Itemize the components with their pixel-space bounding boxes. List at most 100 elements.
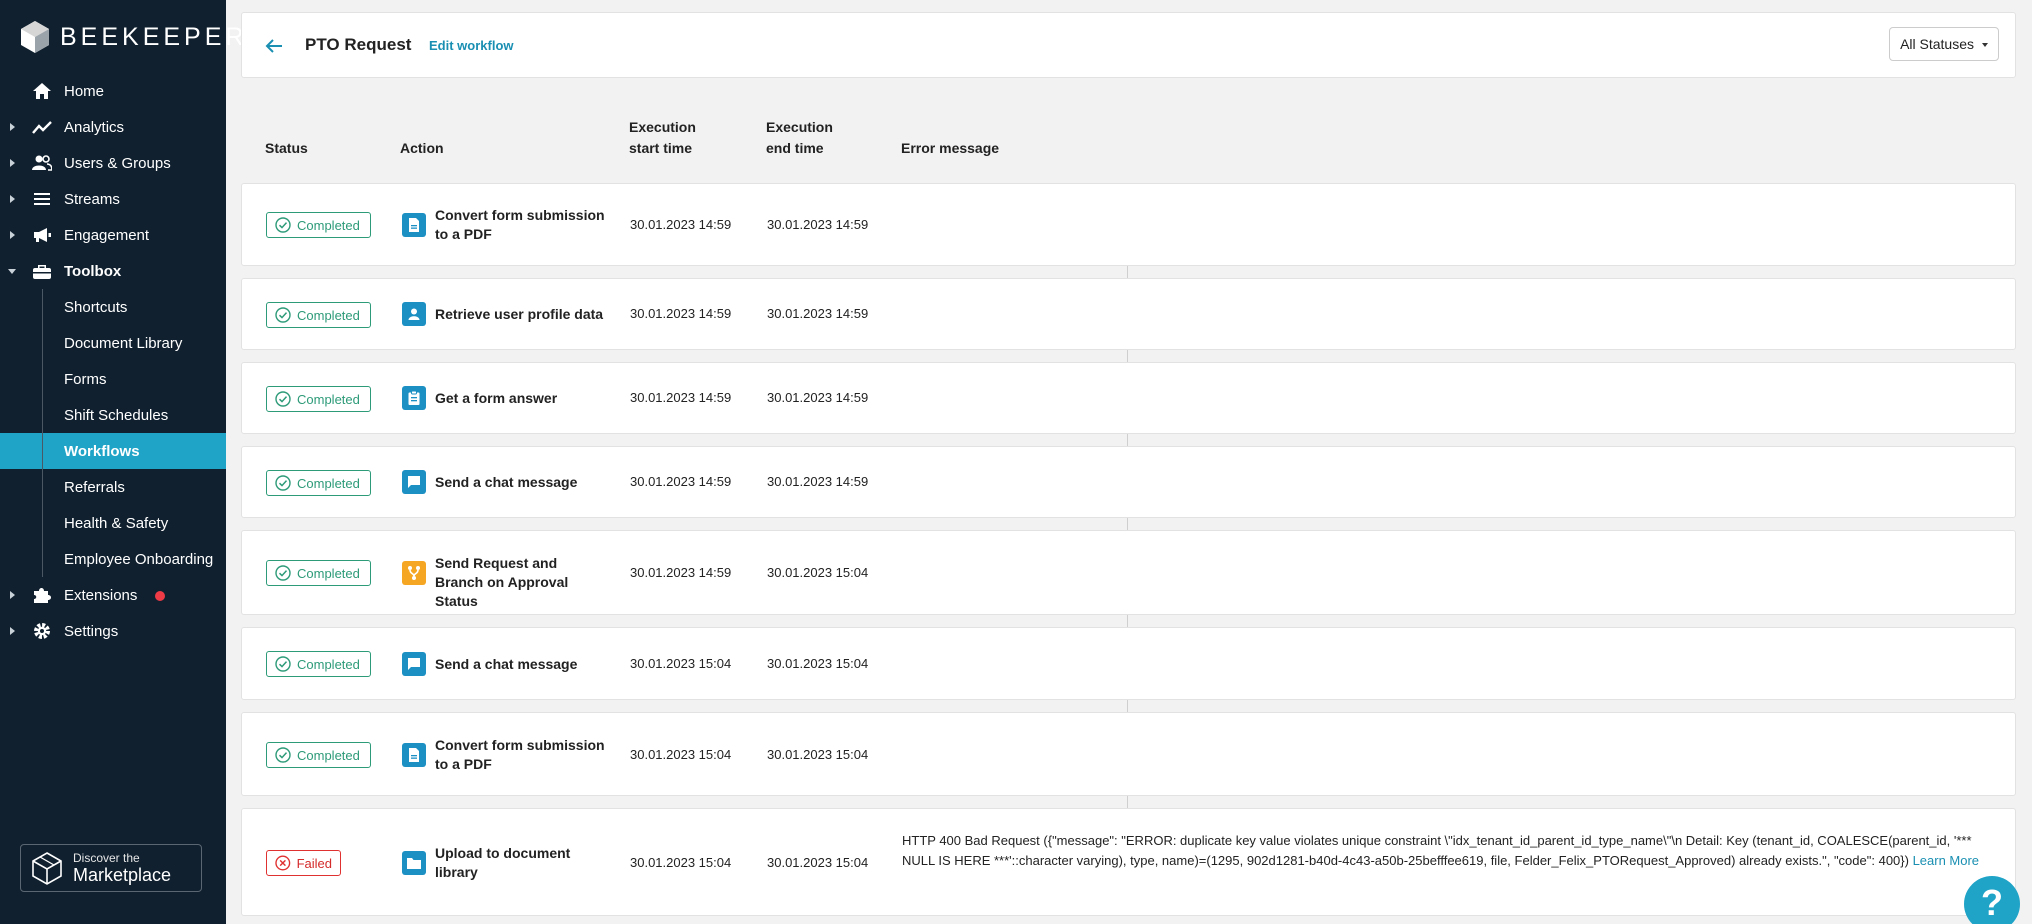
table-row[interactable]: Completed Send Request and Branch on App… xyxy=(241,530,2016,615)
marketplace-caption: Discover the xyxy=(73,851,140,865)
sidebar-item-label: Toolbox xyxy=(64,262,122,280)
beekeeper-logo-icon xyxy=(21,21,49,53)
sidebar-item-document-library[interactable]: Document Library xyxy=(0,325,226,361)
status-badge-completed: Completed xyxy=(266,560,371,586)
table-row[interactable]: Completed Get a form answer 30.01.2023 1… xyxy=(241,362,2016,434)
help-button[interactable]: ? xyxy=(1964,876,2020,924)
sidebar-item-analytics[interactable]: Analytics xyxy=(0,109,226,145)
table-row[interactable]: Completed Convert form submission to a P… xyxy=(241,183,2016,266)
table-row[interactable]: Failed Upload to document library 30.01.… xyxy=(241,808,2016,916)
end-time: 30.01.2023 14:59 xyxy=(767,390,869,405)
branch-icon xyxy=(402,561,426,585)
sidebar-item-forms[interactable]: Forms xyxy=(0,361,226,397)
expand-caret-icon xyxy=(10,591,15,599)
marketplace-button[interactable]: Discover the Marketplace xyxy=(20,844,202,892)
error-text: HTTP 400 Bad Request ({"message": "ERROR… xyxy=(902,833,1972,868)
expand-caret-icon xyxy=(10,159,15,167)
back-arrow-icon[interactable] xyxy=(264,37,284,55)
action-label: Retrieve user profile data xyxy=(435,306,604,322)
end-time: 30.01.2023 15:04 xyxy=(767,565,869,580)
sidebar: BEEKEEPER Home Analytics Users & Groups … xyxy=(0,0,243,924)
end-time: 30.01.2023 15:04 xyxy=(767,656,869,671)
sidebar-item-extensions[interactable]: Extensions xyxy=(0,577,226,613)
clipboard-icon xyxy=(402,386,426,410)
start-time: 30.01.2023 14:59 xyxy=(630,565,732,580)
end-time: 30.01.2023 14:59 xyxy=(767,217,869,232)
sidebar-item-label: Engagement xyxy=(64,226,150,244)
status-filter-dropdown[interactable]: All Statuses xyxy=(1889,27,1999,61)
column-header-error: Error message xyxy=(901,140,1000,156)
row-connector xyxy=(1127,796,1128,808)
expand-caret-icon xyxy=(10,123,15,131)
marketplace-cube-icon xyxy=(32,852,62,885)
action-label: Get a form answer xyxy=(435,390,558,406)
status-text: Completed xyxy=(297,217,360,233)
status-badge-completed: Completed xyxy=(266,651,371,677)
toolbox-icon xyxy=(33,265,51,279)
column-header-start-line1: Execution xyxy=(629,119,696,135)
table-row[interactable]: Completed Send a chat message 30.01.2023… xyxy=(241,627,2016,700)
sidebar-item-label: Settings xyxy=(64,622,119,640)
sidebar-item-home[interactable]: Home xyxy=(0,73,226,109)
marketplace-title: Marketplace xyxy=(73,865,172,885)
gear-icon xyxy=(34,623,50,639)
submenu-divider xyxy=(42,289,43,577)
sidebar-item-streams[interactable]: Streams xyxy=(0,181,226,217)
status-text: Completed xyxy=(297,656,360,672)
end-time: 30.01.2023 15:04 xyxy=(767,747,869,762)
check-circle-icon xyxy=(275,217,291,233)
check-circle-icon xyxy=(275,565,291,581)
table-row[interactable]: Completed Retrieve user profile data 30.… xyxy=(241,278,2016,350)
check-circle-icon xyxy=(275,747,291,763)
sidebar-item-settings[interactable]: Settings xyxy=(0,613,226,649)
sidebar-item-health-safety[interactable]: Health & Safety xyxy=(0,505,226,541)
row-connector xyxy=(1127,518,1128,530)
check-circle-icon xyxy=(275,307,291,323)
sidebar-item-employee-onboarding[interactable]: Employee Onboarding xyxy=(0,541,226,577)
toolbox-submenu: Shortcuts Document Library Forms Shift S… xyxy=(0,289,226,577)
streams-icon xyxy=(34,193,50,205)
column-header-action: Action xyxy=(400,140,444,156)
analytics-icon xyxy=(32,121,52,134)
start-time: 30.01.2023 15:04 xyxy=(630,656,732,671)
sidebar-item-shift-schedules[interactable]: Shift Schedules xyxy=(0,397,226,433)
error-message: HTTP 400 Bad Request ({"message": "ERROR… xyxy=(902,831,2002,871)
sidebar-item-toolbox[interactable]: Toolbox xyxy=(0,253,226,289)
users-icon xyxy=(32,155,52,171)
brand-logo[interactable]: BEEKEEPER xyxy=(20,20,247,54)
edit-workflow-link[interactable]: Edit workflow xyxy=(429,38,514,53)
column-header-end-line2: end time xyxy=(766,140,824,156)
check-circle-icon xyxy=(275,475,291,491)
document-icon xyxy=(402,213,426,237)
sidebar-item-label: Streams xyxy=(64,190,120,208)
action-label: Send a chat message xyxy=(435,656,578,672)
status-text: Completed xyxy=(297,391,360,407)
learn-more-link[interactable]: Learn More xyxy=(1913,853,1979,868)
sidebar-item-workflows[interactable]: Workflows xyxy=(0,433,226,469)
end-time: 30.01.2023 14:59 xyxy=(767,474,869,489)
status-badge-failed: Failed xyxy=(266,850,341,876)
table-row[interactable]: Completed Convert form submission to a P… xyxy=(241,712,2016,796)
sidebar-item-label: Analytics xyxy=(64,118,125,136)
sidebar-item-label: Users & Groups xyxy=(64,154,171,172)
action-label: Convert form submission to a PDF xyxy=(435,737,605,772)
sidebar-item-referrals[interactable]: Referrals xyxy=(0,469,226,505)
table-row[interactable]: Completed Send a chat message 30.01.2023… xyxy=(241,446,2016,518)
sidebar-item-users-groups[interactable]: Users & Groups xyxy=(0,145,226,181)
sidebar-item-label: Home xyxy=(64,82,105,100)
sidebar-nav: Home Analytics Users & Groups Streams En… xyxy=(0,73,226,649)
expand-caret-icon xyxy=(10,231,15,239)
sidebar-item-engagement[interactable]: Engagement xyxy=(0,217,226,253)
start-time: 30.01.2023 15:04 xyxy=(630,855,732,870)
expand-caret-icon xyxy=(10,627,15,635)
start-time: 30.01.2023 14:59 xyxy=(630,390,732,405)
sidebar-item-shortcuts[interactable]: Shortcuts xyxy=(0,289,226,325)
sidebar-item-label: Extensions xyxy=(64,586,138,604)
status-text: Completed xyxy=(297,475,360,491)
start-time: 30.01.2023 14:59 xyxy=(630,217,732,232)
status-badge-completed: Completed xyxy=(266,470,371,496)
error-circle-icon xyxy=(275,855,291,871)
status-badge-completed: Completed xyxy=(266,386,371,412)
status-text: Completed xyxy=(297,565,360,581)
action-label: Upload to document library xyxy=(435,845,571,880)
